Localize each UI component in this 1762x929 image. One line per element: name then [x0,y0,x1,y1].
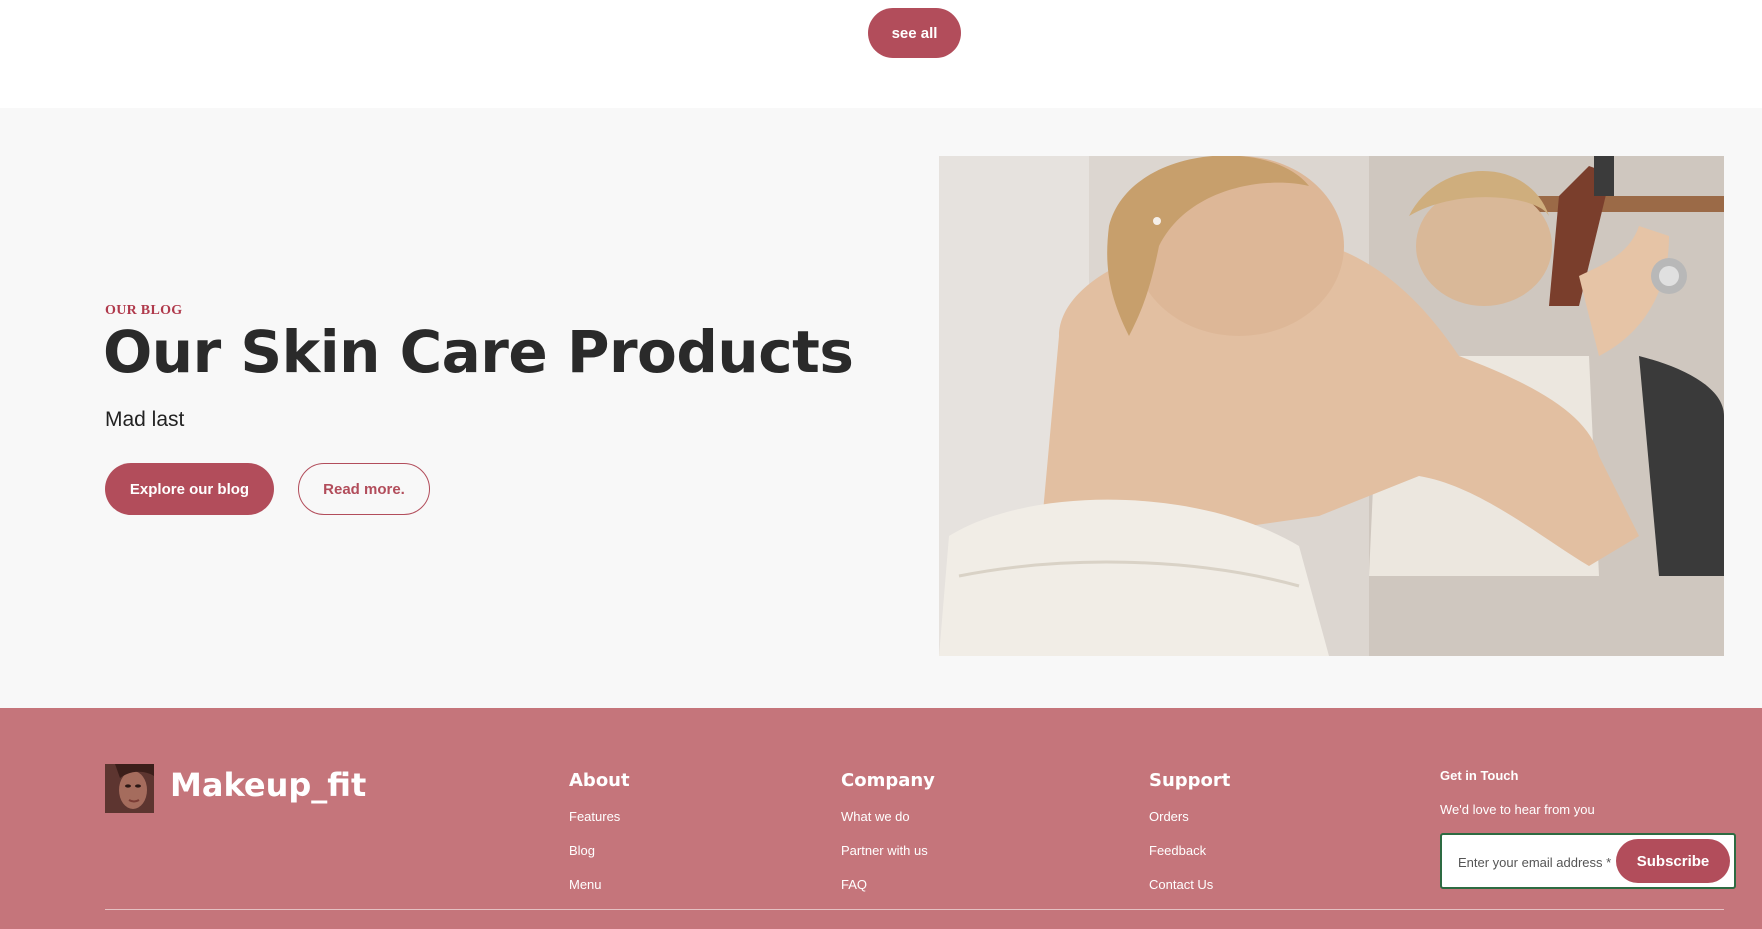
get-in-touch-subtitle: We'd love to hear from you [1440,802,1595,817]
footer-link-orders[interactable]: Orders [1149,809,1189,824]
top-section: see all [0,0,1762,108]
footer-link-menu[interactable]: Menu [569,877,602,892]
brand-logo[interactable] [105,764,154,813]
blog-subtitle: Mad last [105,408,185,431]
site-footer: Makeup_fit About Features Blog Menu Comp… [0,708,1762,929]
footer-link-faq[interactable]: FAQ [841,877,867,892]
subscribe-button[interactable]: Subscribe [1616,839,1730,883]
face-avatar-icon [105,764,154,813]
footer-link-contact[interactable]: Contact Us [1149,877,1213,892]
blog-eyebrow: OUR BLOG [105,303,183,318]
blog-title: Our Skin Care Products [103,318,854,386]
blog-section: OUR BLOG Our Skin Care Products Mad last… [0,108,1762,708]
footer-link-blog[interactable]: Blog [569,843,595,858]
email-input[interactable] [1458,851,1618,873]
footer-link-partner[interactable]: Partner with us [841,843,928,858]
get-in-touch-title: Get in Touch [1440,768,1519,783]
woman-skincare-photo [939,156,1724,656]
footer-link-feedback[interactable]: Feedback [1149,843,1206,858]
blog-hero-image [939,156,1724,656]
footer-support-title: Support [1149,770,1231,791]
footer-link-features[interactable]: Features [569,809,620,824]
read-more-button[interactable]: Read more. [298,463,430,515]
footer-about-title: About [569,770,630,791]
brand-name[interactable]: Makeup_fit [170,766,366,804]
newsletter-form: Subscribe [1440,833,1736,889]
footer-divider [105,909,1724,910]
footer-link-what-we-do[interactable]: What we do [841,809,910,824]
see-all-button[interactable]: see all [868,8,961,58]
explore-blog-button[interactable]: Explore our blog [105,463,274,515]
footer-company-title: Company [841,770,935,791]
